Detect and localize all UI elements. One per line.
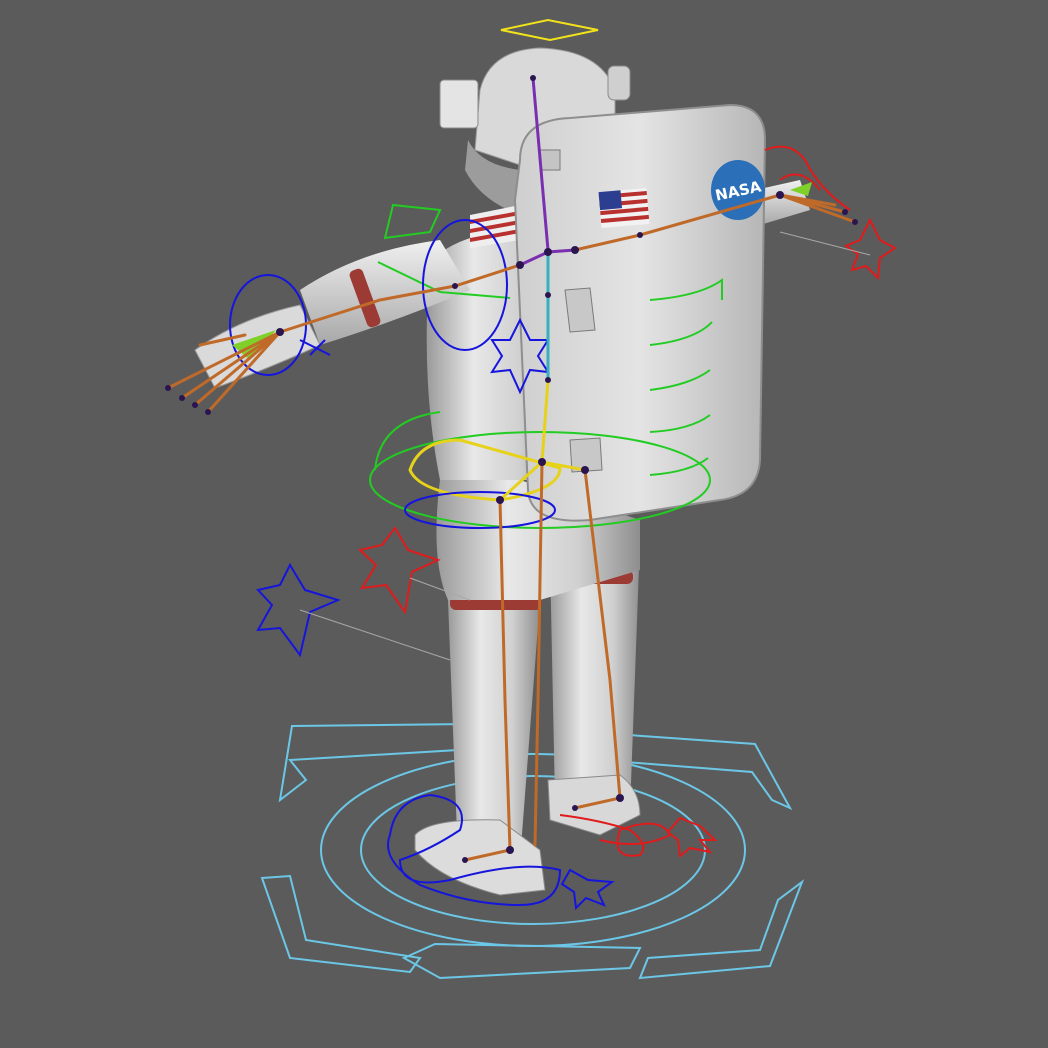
joint-right-ankle[interactable]: [616, 794, 624, 802]
joint-left-finger-1[interactable]: [165, 385, 171, 391]
joint-left-finger-4[interactable]: [205, 409, 211, 415]
joint-right-shoulder[interactable]: [571, 246, 579, 254]
joint-left-wrist[interactable]: [276, 328, 284, 336]
joint-neck[interactable]: [544, 248, 552, 256]
helmet-light-right[interactable]: [607, 65, 631, 101]
right-ik-arrow-knee[interactable]: [357, 526, 441, 615]
joint-spine-mid[interactable]: [545, 292, 551, 298]
astronaut-model[interactable]: NASA: [194, 47, 810, 896]
backpack-bracket-top[interactable]: [539, 149, 561, 171]
joint-left-ankle[interactable]: [506, 846, 514, 854]
spine-control-upper[interactable]: [383, 203, 442, 240]
joint-left-shoulder[interactable]: [516, 261, 524, 269]
joint-right-hip[interactable]: [581, 466, 589, 474]
joint-spine-low[interactable]: [545, 377, 551, 383]
joint-left-finger-2[interactable]: [179, 395, 185, 401]
joint-head[interactable]: [530, 75, 536, 81]
right-foot-arrow[interactable]: [666, 816, 718, 858]
joint-left-toe[interactable]: [462, 857, 468, 863]
joint-right-finger-2[interactable]: [842, 209, 848, 215]
joint-left-elbow[interactable]: [452, 283, 458, 289]
joint-left-finger-3[interactable]: [192, 402, 198, 408]
root-arrow-bottom-right[interactable]: [638, 879, 805, 980]
joint-left-hip[interactable]: [496, 496, 504, 504]
joint-pelvis[interactable]: [538, 458, 546, 466]
joint-right-elbow[interactable]: [637, 232, 643, 238]
right-hand-arrow[interactable]: [843, 217, 897, 281]
joint-right-wrist[interactable]: [776, 191, 784, 199]
left-foot-arrow[interactable]: [560, 868, 615, 911]
head-control[interactable]: [500, 18, 599, 42]
3d-viewport[interactable]: NASA: [0, 0, 1048, 1048]
scene-canvas[interactable]: NASA: [0, 0, 1048, 1048]
backpack-flag: [598, 187, 650, 229]
root-arrow-bottom[interactable]: [401, 942, 642, 980]
backpack-bracket-side[interactable]: [564, 287, 596, 333]
left-ik-arrow-knee[interactable]: [256, 562, 341, 658]
joint-right-finger-1[interactable]: [852, 219, 858, 225]
helmet-light-left[interactable]: [439, 79, 479, 129]
joint-right-toe[interactable]: [572, 805, 578, 811]
